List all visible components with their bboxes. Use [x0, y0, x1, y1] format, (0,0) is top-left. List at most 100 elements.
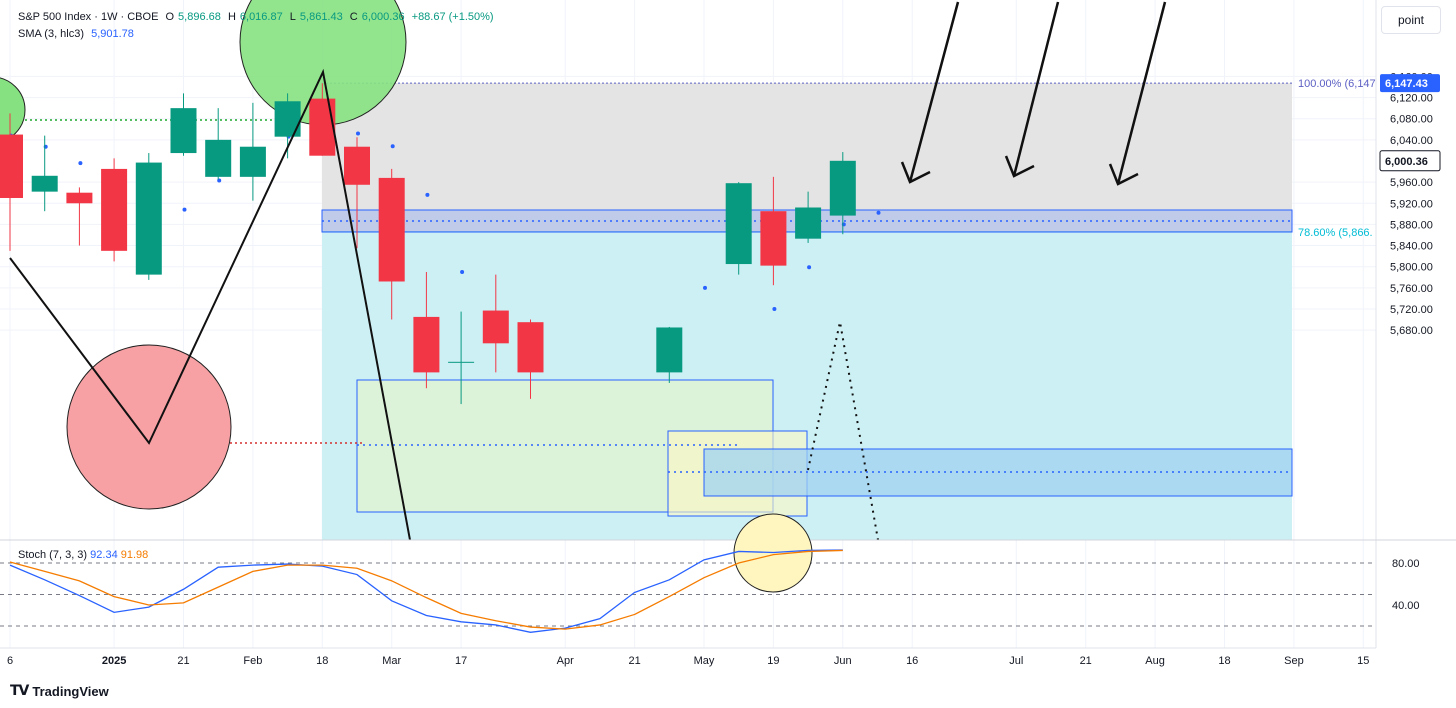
- change-value: +88.67 (+1.50%): [411, 11, 494, 23]
- time-tick-label: Sep: [1284, 655, 1304, 667]
- time-tick-label: 19: [767, 655, 779, 667]
- time-tick-label: 2025: [102, 655, 126, 667]
- candle: [66, 187, 93, 246]
- close-key: C: [349, 11, 358, 23]
- time-tick-label: 18: [1218, 655, 1230, 667]
- stoch-legend: Stoch (7, 3, 3) 92.34 91.98: [18, 549, 148, 561]
- sma-dot: [876, 210, 881, 215]
- price-scale-mode-button[interactable]: point: [1381, 6, 1441, 34]
- candle-body: [760, 211, 787, 266]
- price-tag-text: 6,147.43: [1385, 78, 1428, 90]
- candle: [239, 102, 266, 201]
- time-tick-label: 16: [906, 655, 918, 667]
- high-key: H: [227, 11, 236, 23]
- time-tick-label: Aug: [1145, 655, 1165, 667]
- time-tick-label: 21: [1080, 655, 1092, 667]
- sma-dot: [703, 285, 707, 290]
- price-tick-label: 5,720.00: [1390, 304, 1433, 316]
- stoch-tick-label: 80.00: [1392, 558, 1420, 570]
- sma-dot: [772, 306, 777, 311]
- sma-value: 5,901.78: [91, 28, 134, 40]
- candle-body: [31, 175, 58, 192]
- candle-body: [344, 146, 370, 185]
- sma-dot: [460, 269, 465, 274]
- candle-body: [309, 98, 336, 156]
- time-tick-label: 18: [316, 655, 328, 667]
- sma-dot: [807, 265, 812, 270]
- pivot-edge-circle: [0, 77, 26, 143]
- price-tick-label: 5,840.00: [1390, 241, 1433, 253]
- candle: [135, 153, 162, 280]
- candle-body: [725, 183, 752, 265]
- pivot-low-circle: [66, 344, 232, 510]
- time-tick-label: Feb: [243, 655, 262, 667]
- time-tick-label: 17: [455, 655, 467, 667]
- candle-body: [101, 168, 128, 251]
- price-tag-text: 6,000.36: [1385, 156, 1428, 168]
- sma-label[interactable]: SMA (3, hlc3): [18, 28, 84, 40]
- low-key: L: [289, 11, 296, 23]
- candle-body: [274, 101, 301, 137]
- candle-body: [239, 146, 266, 177]
- price-tick-label: 6,080.00: [1390, 114, 1433, 126]
- candle-body: [656, 327, 683, 373]
- candle-body: [66, 192, 93, 204]
- price-tick-label: 6,120.00: [1390, 93, 1433, 105]
- sma-dot: [78, 161, 83, 166]
- chart-canvas[interactable]: 100.00% (6,14778.60% (5,866. 6,160.006,1…: [0, 0, 1456, 708]
- time-tick-label: Mar: [382, 655, 401, 667]
- time-tick-label: Apr: [557, 655, 574, 667]
- symbol-label[interactable]: S&P 500 Index · 1W · CBOE: [18, 11, 158, 23]
- time-tick-label: Jul: [1009, 655, 1023, 667]
- price-tick-label: 5,920.00: [1390, 198, 1433, 210]
- open-key: O: [165, 11, 175, 23]
- low-value: 5,861.43: [299, 11, 343, 23]
- time-tick-label: 6: [7, 655, 13, 667]
- price-tag: 6,000.36: [1379, 150, 1441, 172]
- candle-body: [0, 134, 23, 198]
- candle: [31, 135, 58, 212]
- price-tick-label: 5,680.00: [1390, 325, 1433, 337]
- price-tick-label: 5,760.00: [1390, 283, 1433, 295]
- sma-legend: SMA (3, hlc3) 5,901.78: [18, 28, 138, 40]
- candle: [725, 182, 752, 275]
- candle-body: [448, 361, 475, 363]
- price-tick-label: 5,960.00: [1390, 177, 1433, 189]
- price-tick-label: 6,040.00: [1390, 135, 1433, 147]
- time-tick-label: 15: [1357, 655, 1369, 667]
- price-tick-label: 5,800.00: [1390, 262, 1433, 274]
- time-tick-label: 21: [628, 655, 640, 667]
- fib-label-786: 78.60% (5,866.: [1298, 227, 1373, 239]
- candle-body: [413, 316, 440, 373]
- sma-dot: [182, 207, 187, 212]
- stoch-series-line: [9, 549, 843, 630]
- candle-body: [170, 108, 197, 154]
- stoch-k-value: 92.34: [90, 549, 118, 561]
- open-value: 5,896.68: [178, 11, 221, 23]
- candle-body: [205, 139, 232, 177]
- stoch-d-value: 91.98: [120, 549, 149, 561]
- sma-dot: [390, 144, 395, 149]
- stoch-series-line: [9, 549, 843, 633]
- candle-body: [135, 162, 162, 275]
- stoch-label[interactable]: Stoch (7, 3, 3): [18, 549, 87, 561]
- candle: [101, 158, 128, 262]
- time-tick-label: 21: [177, 655, 189, 667]
- candle-body: [482, 310, 509, 344]
- price-tick-label: 5,880.00: [1390, 219, 1433, 231]
- candle-body: [829, 160, 856, 216]
- tradingview-logo-icon: TV: [10, 683, 29, 699]
- close-value: 6,000.36: [361, 11, 405, 23]
- candle-body: [795, 207, 822, 239]
- time-tick-label: May: [694, 655, 715, 667]
- drawings-layer: 100.00% (6,147 78.60% (5,866.: [0, 0, 1376, 540]
- stoch-tick-label: 40.00: [1392, 600, 1420, 612]
- sma-dot: [425, 192, 430, 197]
- tradingview-brand[interactable]: TV TradingView: [10, 682, 109, 700]
- brand-label: TradingView: [32, 683, 109, 699]
- price-tag: 6,147.43: [1380, 74, 1440, 93]
- candle: [170, 93, 197, 156]
- candle-body: [517, 322, 544, 373]
- time-tick-label: Jun: [834, 655, 852, 667]
- candle-body: [378, 177, 405, 282]
